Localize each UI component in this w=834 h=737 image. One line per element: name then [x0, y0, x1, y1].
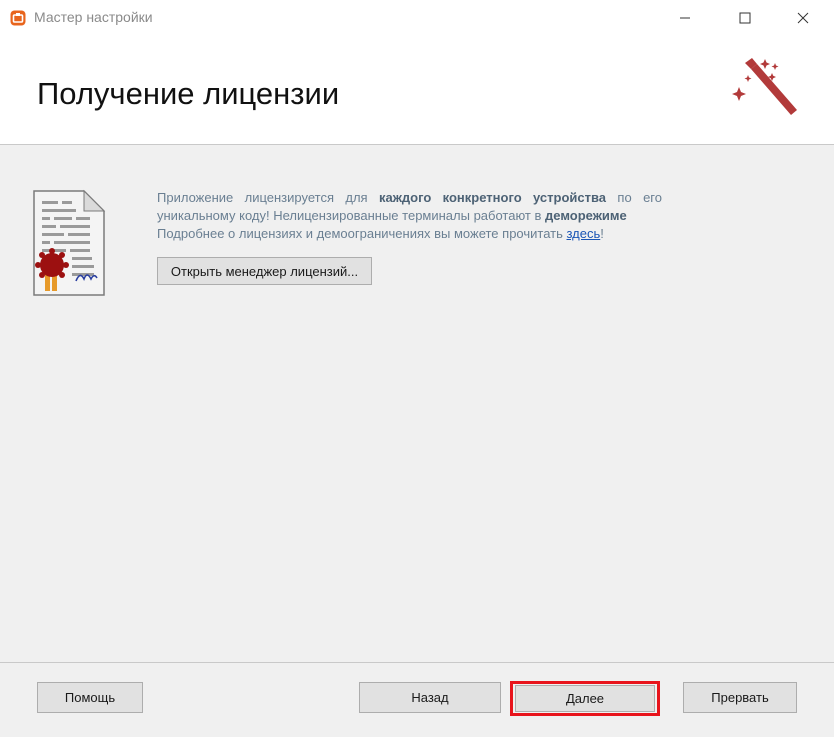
open-license-manager-button[interactable]: Открыть менеджер лицензий...: [157, 257, 372, 285]
license-certificate-icon: [33, 189, 106, 296]
license-details-link[interactable]: здесь: [567, 226, 601, 241]
title-bar: Мастер настройки: [0, 0, 834, 36]
info-line-2: уникальному коду! Нелицензированные терм…: [157, 208, 627, 223]
license-info-text: Приложение лицензируется для каждого кон…: [157, 189, 662, 243]
wizard-header: Получение лицензии: [0, 36, 834, 144]
app-logo-icon: [10, 10, 26, 26]
close-icon: [797, 12, 809, 24]
wizard-content: Приложение лицензируется для каждого кон…: [0, 145, 834, 662]
maximize-button[interactable]: [722, 0, 768, 36]
minimize-button[interactable]: [662, 0, 708, 36]
next-button-highlight: Далее: [510, 681, 660, 716]
window-title: Мастер настройки: [34, 9, 153, 25]
page-title: Получение лицензии: [37, 76, 340, 111]
help-button[interactable]: Помощь: [37, 682, 143, 713]
wizard-footer: Помощь Назад Далее Прервать: [0, 663, 834, 737]
info-line-1: Приложение лицензируется для каждого кон…: [157, 190, 662, 205]
info-line-3: Подробнее о лицензиях и демоограничениях…: [157, 226, 604, 241]
back-button[interactable]: Назад: [359, 682, 501, 713]
cancel-button[interactable]: Прервать: [683, 682, 797, 713]
maximize-icon: [739, 12, 751, 24]
minimize-icon: [680, 17, 690, 19]
magic-wand-icon: [732, 58, 797, 115]
next-button[interactable]: Далее: [515, 685, 655, 712]
close-button[interactable]: [780, 0, 826, 36]
